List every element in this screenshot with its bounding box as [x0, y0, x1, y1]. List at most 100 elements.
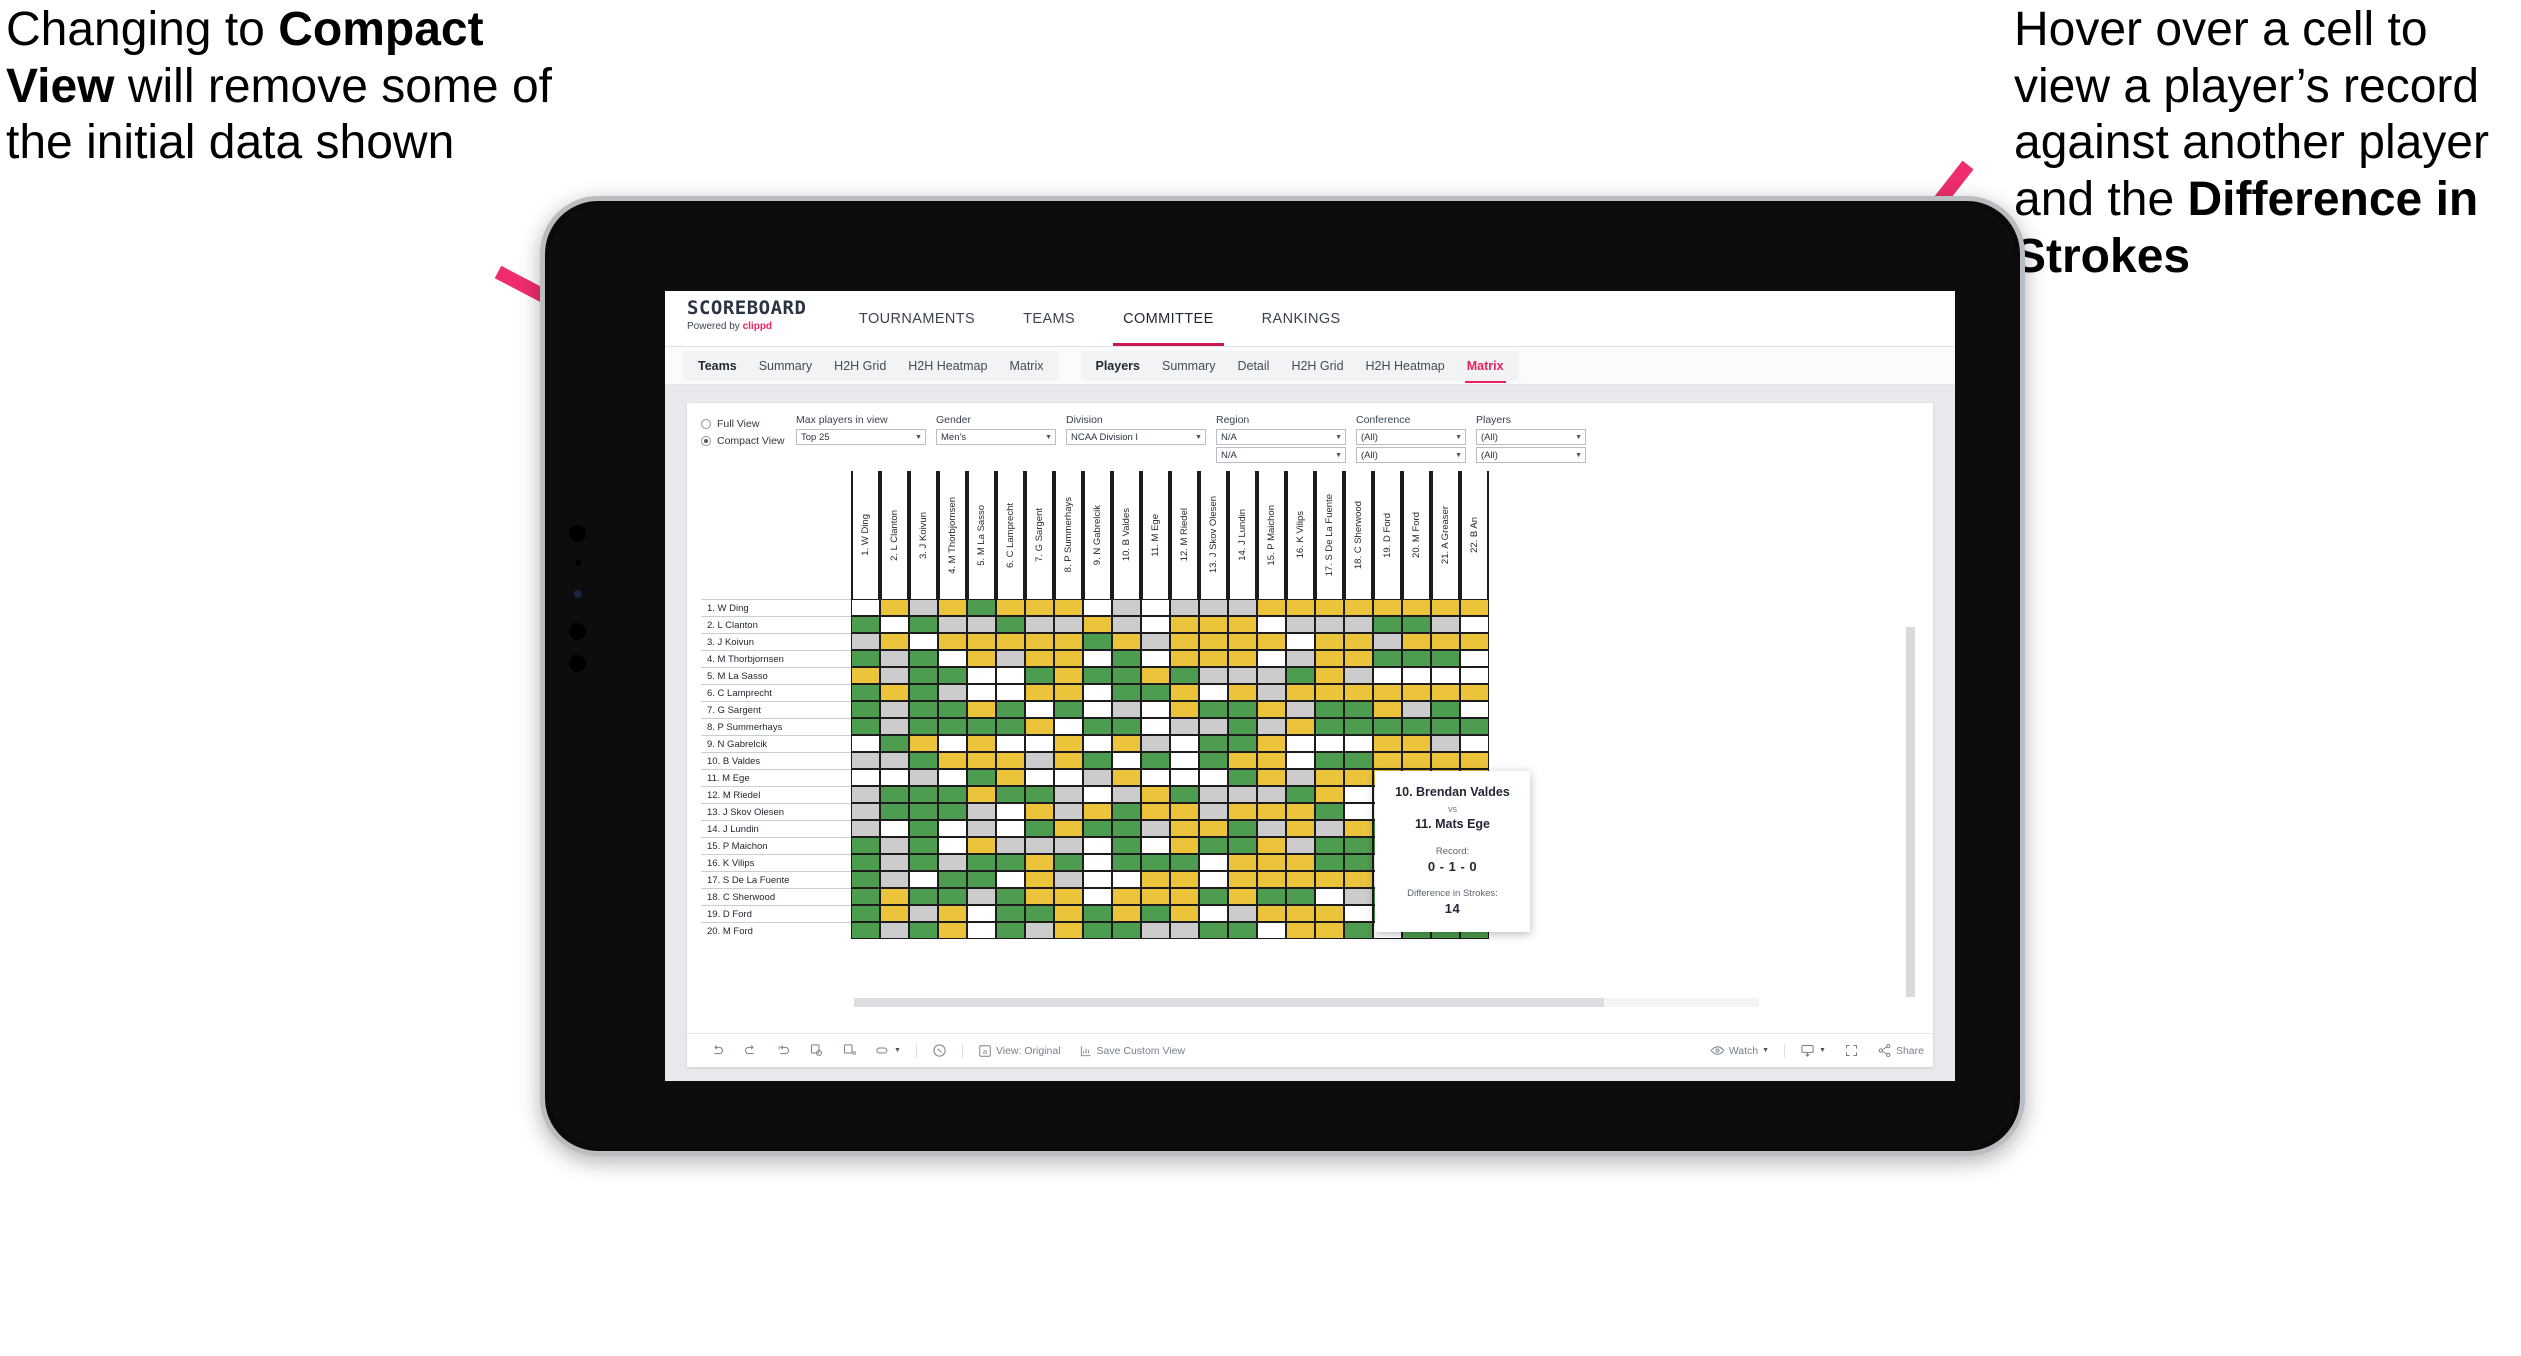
matrix-cell[interactable]	[1141, 837, 1170, 854]
matrix-cell[interactable]	[851, 633, 880, 650]
matrix-cell[interactable]	[1025, 735, 1054, 752]
matrix-cell[interactable]	[1344, 854, 1373, 871]
matrix-cell[interactable]	[1344, 718, 1373, 735]
matrix-cell[interactable]	[1344, 769, 1373, 786]
matrix-cell[interactable]	[1054, 718, 1083, 735]
matrix-cell[interactable]	[880, 650, 909, 667]
matrix-cell[interactable]	[996, 701, 1025, 718]
subnav-teams-matrix[interactable]: Matrix	[998, 351, 1054, 381]
matrix-cell[interactable]	[851, 752, 880, 769]
matrix-cell[interactable]	[1460, 752, 1489, 769]
matrix-cell[interactable]	[1228, 667, 1257, 684]
matrix-cell[interactable]	[1257, 684, 1286, 701]
matrix-cell[interactable]	[851, 684, 880, 701]
matrix-cell[interactable]	[1112, 803, 1141, 820]
matrix-cell[interactable]	[1141, 599, 1170, 616]
matrix-cell[interactable]	[1141, 888, 1170, 905]
matrix-cell[interactable]	[1228, 888, 1257, 905]
matrix-cell[interactable]	[851, 803, 880, 820]
matrix-cell[interactable]	[909, 684, 938, 701]
matrix-cell[interactable]	[1083, 803, 1112, 820]
matrix-cell[interactable]	[1141, 769, 1170, 786]
matrix-cell[interactable]	[1228, 718, 1257, 735]
matrix-cell[interactable]	[1257, 786, 1286, 803]
matrix-cell[interactable]	[909, 735, 938, 752]
matrix-cell[interactable]	[1199, 684, 1228, 701]
matrix-cell[interactable]	[1257, 735, 1286, 752]
matrix-cell[interactable]	[1286, 803, 1315, 820]
matrix-cell[interactable]	[1199, 888, 1228, 905]
matrix-cell[interactable]	[1199, 718, 1228, 735]
matrix-row-label[interactable]: 11. M Ege	[701, 769, 851, 786]
matrix-cell[interactable]	[1112, 854, 1141, 871]
matrix-cell[interactable]	[996, 667, 1025, 684]
matrix-column-header[interactable]: 8. P Summerhays	[1054, 471, 1083, 599]
matrix-cell[interactable]	[1025, 718, 1054, 735]
matrix-cell[interactable]	[967, 769, 996, 786]
matrix-cell[interactable]	[1315, 769, 1344, 786]
matrix-cell[interactable]	[967, 905, 996, 922]
subnav-players-summary[interactable]: Summary	[1151, 351, 1226, 381]
matrix-cell[interactable]	[1373, 752, 1402, 769]
matrix-cell[interactable]	[1054, 684, 1083, 701]
matrix-cell[interactable]	[1083, 888, 1112, 905]
matrix-row-label[interactable]: 17. S De La Fuente	[701, 871, 851, 888]
matrix-cell[interactable]	[938, 752, 967, 769]
matrix-cell[interactable]	[880, 684, 909, 701]
redo-button[interactable]	[734, 1043, 767, 1058]
matrix-cell[interactable]	[1141, 786, 1170, 803]
matrix-cell[interactable]	[1315, 616, 1344, 633]
matrix-cell[interactable]	[1054, 820, 1083, 837]
matrix-cell[interactable]	[1286, 922, 1315, 939]
matrix-row-label[interactable]: 14. J Lundin	[701, 820, 851, 837]
matrix-cell[interactable]	[1228, 701, 1257, 718]
matrix-row-label[interactable]: 13. J Skov Olesen	[701, 803, 851, 820]
matrix-cell[interactable]	[1228, 684, 1257, 701]
matrix-cell[interactable]	[1402, 633, 1431, 650]
matrix-row-label[interactable]: 9. N Gabrelcik	[701, 735, 851, 752]
matrix-cell[interactable]	[1170, 752, 1199, 769]
matrix-cell[interactable]	[996, 735, 1025, 752]
matrix-cell[interactable]	[1257, 854, 1286, 871]
matrix-cell[interactable]	[909, 786, 938, 803]
matrix-cell[interactable]	[1170, 599, 1199, 616]
matrix-cell[interactable]	[1054, 786, 1083, 803]
matrix-cell[interactable]	[967, 650, 996, 667]
matrix-cell[interactable]	[1315, 922, 1344, 939]
matrix-cell[interactable]	[1112, 905, 1141, 922]
matrix-cell[interactable]	[851, 837, 880, 854]
matrix-cell[interactable]	[851, 786, 880, 803]
matrix-cell[interactable]	[1199, 769, 1228, 786]
matrix-cell[interactable]	[1431, 599, 1460, 616]
matrix-cell[interactable]	[909, 667, 938, 684]
matrix-cell[interactable]	[1286, 684, 1315, 701]
matrix-cell[interactable]	[1112, 922, 1141, 939]
matrix-cell[interactable]	[909, 888, 938, 905]
matrix-cell[interactable]	[1373, 633, 1402, 650]
matrix-cell[interactable]	[1257, 667, 1286, 684]
matrix-cell[interactable]	[967, 752, 996, 769]
matrix-cell[interactable]	[851, 769, 880, 786]
highlight-dropdown[interactable]: ▼	[866, 1043, 910, 1058]
matrix-cell[interactable]	[851, 905, 880, 922]
matrix-cell[interactable]	[1257, 905, 1286, 922]
matrix-cell[interactable]	[1083, 769, 1112, 786]
radio-full-view[interactable]: Full View	[701, 418, 796, 430]
matrix-cell[interactable]	[1083, 667, 1112, 684]
matrix-cell[interactable]	[1170, 871, 1199, 888]
matrix-cell[interactable]	[909, 650, 938, 667]
matrix-cell[interactable]	[1054, 616, 1083, 633]
matrix-cell[interactable]	[880, 701, 909, 718]
matrix-cell[interactable]	[909, 922, 938, 939]
matrix-cell[interactable]	[1054, 599, 1083, 616]
matrix-cell[interactable]	[1112, 599, 1141, 616]
matrix-cell[interactable]	[1112, 837, 1141, 854]
matrix-cell[interactable]	[1344, 786, 1373, 803]
matrix-cell[interactable]	[1344, 735, 1373, 752]
matrix-cell[interactable]	[1315, 718, 1344, 735]
matrix-cell[interactable]	[967, 735, 996, 752]
matrix-cell[interactable]	[1083, 871, 1112, 888]
matrix-cell[interactable]	[1460, 735, 1489, 752]
matrix-cell[interactable]	[1083, 854, 1112, 871]
matrix-cell[interactable]	[938, 905, 967, 922]
